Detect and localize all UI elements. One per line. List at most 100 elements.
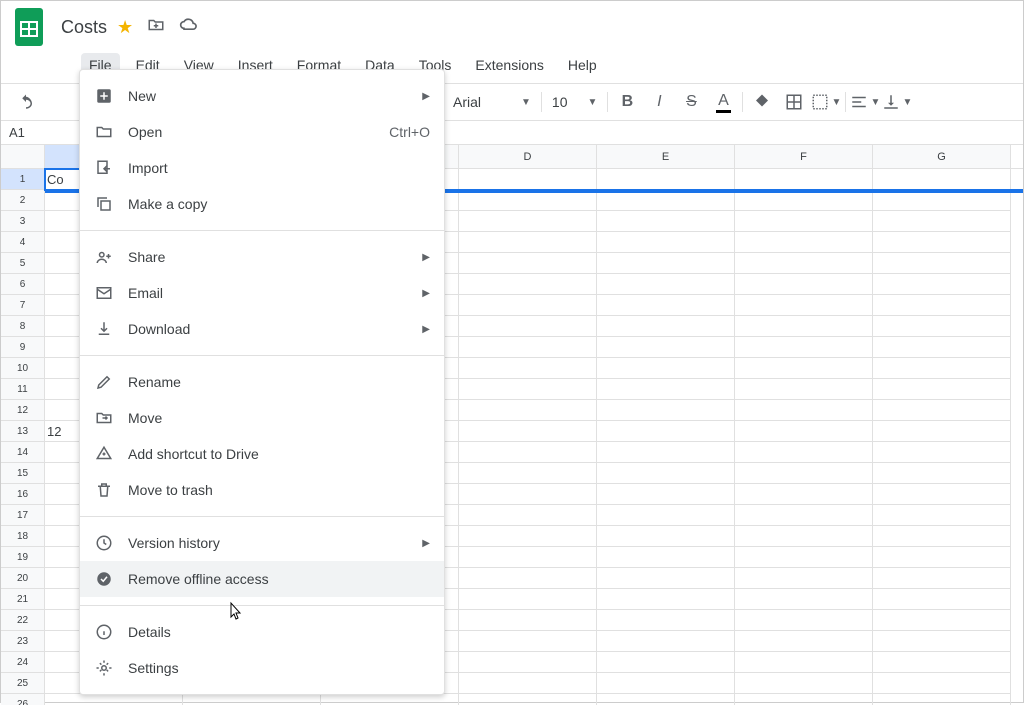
row-header[interactable]: 10 <box>1 358 45 379</box>
cell[interactable] <box>597 337 735 358</box>
cell[interactable] <box>873 652 1011 673</box>
menu-extensions[interactable]: Extensions <box>467 53 551 77</box>
cell[interactable] <box>873 232 1011 253</box>
cell[interactable] <box>597 316 735 337</box>
cell[interactable] <box>459 610 597 631</box>
menu-item-import[interactable]: Import <box>80 150 444 186</box>
cell[interactable] <box>735 421 873 442</box>
cell[interactable] <box>735 505 873 526</box>
cell[interactable] <box>459 463 597 484</box>
font-size-selector[interactable]: 10 ▼ <box>546 94 603 110</box>
row-header[interactable]: 26 <box>1 694 45 705</box>
cell[interactable] <box>873 547 1011 568</box>
fill-color-button[interactable] <box>747 87 777 117</box>
cell[interactable] <box>735 190 873 211</box>
cell[interactable] <box>735 694 873 705</box>
cell[interactable] <box>873 484 1011 505</box>
borders-button[interactable] <box>779 87 809 117</box>
cell[interactable] <box>597 211 735 232</box>
cell[interactable] <box>459 505 597 526</box>
cell[interactable] <box>873 631 1011 652</box>
vertical-align-button[interactable]: ▼ <box>882 87 912 117</box>
cell[interactable] <box>597 379 735 400</box>
cell[interactable] <box>459 652 597 673</box>
menu-item-version-history[interactable]: Version history ▶ <box>80 525 444 561</box>
cell[interactable] <box>735 232 873 253</box>
cell[interactable] <box>873 526 1011 547</box>
cell[interactable] <box>597 547 735 568</box>
row-header[interactable]: 18 <box>1 526 45 547</box>
cell[interactable] <box>459 358 597 379</box>
cell[interactable] <box>735 337 873 358</box>
cell[interactable] <box>597 421 735 442</box>
cell[interactable] <box>597 400 735 421</box>
cell[interactable] <box>735 211 873 232</box>
cell[interactable] <box>459 379 597 400</box>
row-header[interactable]: 14 <box>1 442 45 463</box>
cell[interactable] <box>873 253 1011 274</box>
move-folder-icon[interactable] <box>147 16 165 39</box>
cell[interactable] <box>597 673 735 694</box>
cell[interactable] <box>873 400 1011 421</box>
row-header[interactable]: 5 <box>1 253 45 274</box>
cell[interactable] <box>735 253 873 274</box>
cell[interactable] <box>597 463 735 484</box>
cell[interactable] <box>45 694 183 705</box>
cell[interactable] <box>735 484 873 505</box>
row-header[interactable]: 12 <box>1 400 45 421</box>
cell[interactable] <box>459 589 597 610</box>
row-header[interactable]: 8 <box>1 316 45 337</box>
cell[interactable] <box>597 589 735 610</box>
cell[interactable] <box>735 295 873 316</box>
row-header[interactable]: 23 <box>1 631 45 652</box>
col-header-g[interactable]: G <box>873 145 1011 168</box>
row-header[interactable]: 7 <box>1 295 45 316</box>
cell[interactable] <box>597 169 735 190</box>
cell[interactable] <box>459 442 597 463</box>
sheets-logo[interactable] <box>9 7 49 47</box>
cell[interactable] <box>735 316 873 337</box>
row-header[interactable]: 16 <box>1 484 45 505</box>
cell[interactable] <box>735 400 873 421</box>
menu-item-new[interactable]: New ▶ <box>80 78 444 114</box>
menu-item-move-trash[interactable]: Move to trash <box>80 472 444 508</box>
cell[interactable] <box>873 274 1011 295</box>
cell[interactable] <box>873 337 1011 358</box>
cell[interactable] <box>873 379 1011 400</box>
cell[interactable] <box>459 484 597 505</box>
cell[interactable] <box>597 568 735 589</box>
cell[interactable] <box>459 694 597 705</box>
cell[interactable] <box>735 673 873 694</box>
cell[interactable] <box>735 610 873 631</box>
cell[interactable] <box>873 211 1011 232</box>
cell[interactable] <box>873 568 1011 589</box>
bold-button[interactable]: B <box>612 87 642 117</box>
cell[interactable] <box>735 547 873 568</box>
cell[interactable] <box>459 547 597 568</box>
cell[interactable] <box>459 673 597 694</box>
cell[interactable] <box>459 631 597 652</box>
cell[interactable] <box>597 505 735 526</box>
cell[interactable] <box>459 169 597 190</box>
cell[interactable] <box>873 316 1011 337</box>
menu-item-move[interactable]: Move <box>80 400 444 436</box>
cell[interactable] <box>459 316 597 337</box>
cell[interactable] <box>459 295 597 316</box>
cell[interactable] <box>597 652 735 673</box>
menu-item-rename[interactable]: Rename <box>80 364 444 400</box>
cell[interactable] <box>873 463 1011 484</box>
row-header[interactable]: 21 <box>1 589 45 610</box>
cell[interactable] <box>459 274 597 295</box>
row-header[interactable]: 17 <box>1 505 45 526</box>
undo-button[interactable] <box>11 87 41 117</box>
menu-item-add-shortcut[interactable]: Add shortcut to Drive <box>80 436 444 472</box>
cell[interactable] <box>735 358 873 379</box>
cell[interactable] <box>597 631 735 652</box>
cell[interactable] <box>873 610 1011 631</box>
cell[interactable] <box>459 190 597 211</box>
cell[interactable] <box>597 526 735 547</box>
col-header-e[interactable]: E <box>597 145 735 168</box>
menu-item-settings[interactable]: Settings <box>80 650 444 686</box>
cell[interactable] <box>873 169 1011 190</box>
cell[interactable] <box>735 169 873 190</box>
